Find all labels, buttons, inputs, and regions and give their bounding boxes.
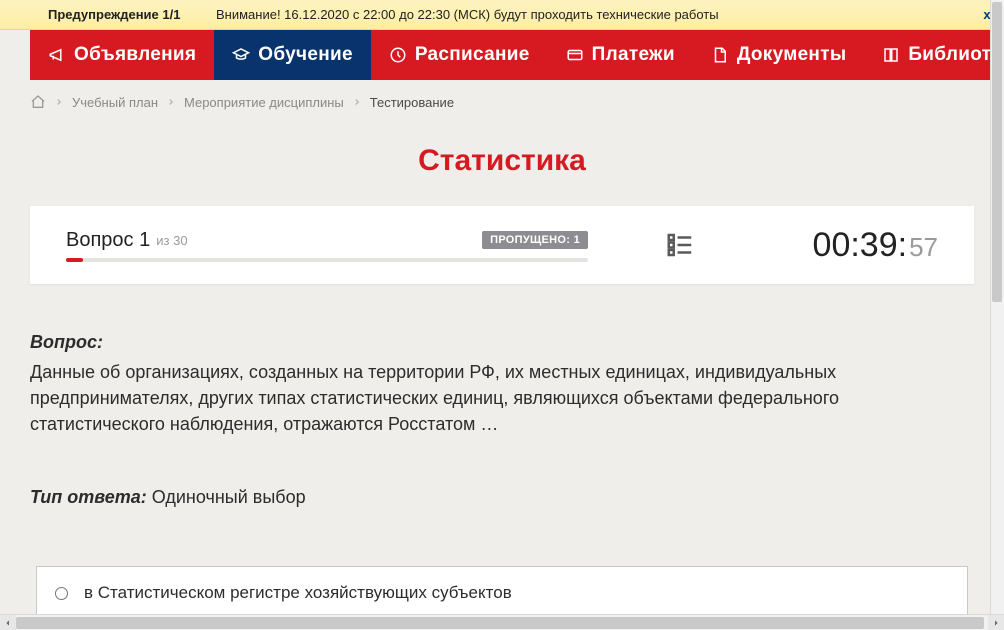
library-icon xyxy=(882,46,900,64)
answer-option[interactable]: в Статистическом регистре хозяйствующих … xyxy=(36,566,968,614)
nav-label: Документы xyxy=(737,44,847,66)
payments-icon xyxy=(566,46,584,64)
chevron-right-icon xyxy=(352,97,362,107)
question-text: Данные об организациях, созданных на тер… xyxy=(30,359,974,437)
chevron-right-icon xyxy=(166,97,176,107)
schedule-icon xyxy=(389,46,407,64)
nav-announcements[interactable]: Объявления xyxy=(30,30,214,80)
answer-option-label: в Статистическом регистре хозяйствующих … xyxy=(84,583,512,603)
nav-label: Расписание xyxy=(415,44,530,66)
nav-library[interactable]: Библиотека xyxy=(864,30,1004,80)
timer-seconds: 57 xyxy=(909,232,938,263)
main-nav: Объявления Обучение Расписание Платежи xyxy=(30,30,974,80)
page-title: Статистика xyxy=(0,144,1004,178)
answer-radio[interactable] xyxy=(55,587,68,600)
nav-label: Платежи xyxy=(592,44,675,66)
scroll-left-button[interactable] xyxy=(0,615,16,630)
nav-label: Объявления xyxy=(74,44,196,66)
education-icon xyxy=(232,46,250,64)
skipped-badge: ПРОПУЩЕНО: 1 xyxy=(482,231,588,249)
timer: 00:39:57 xyxy=(813,226,938,265)
warning-bar: Предупреждение 1/1 Внимание! 16.12.2020 … xyxy=(0,0,1004,30)
answer-type-label: Тип ответа: xyxy=(30,487,147,507)
progress-fill xyxy=(66,258,83,262)
timer-main: 00:39: xyxy=(813,226,908,265)
warning-text: Внимание! 16.12.2020 с 22:00 до 22:30 (М… xyxy=(216,7,970,22)
home-icon[interactable] xyxy=(30,94,46,110)
progress-bar xyxy=(66,258,588,262)
answer-options: в Статистическом регистре хозяйствующих … xyxy=(36,566,968,614)
breadcrumb-discipline-event[interactable]: Мероприятие дисциплины xyxy=(184,95,344,110)
vertical-scroll-thumb[interactable] xyxy=(992,2,1002,302)
nav-education[interactable]: Обучение xyxy=(214,30,371,80)
horizontal-scrollbar[interactable] xyxy=(0,614,1004,630)
vertical-scrollbar[interactable] xyxy=(990,0,1004,614)
breadcrumb-current: Тестирование xyxy=(370,95,454,110)
nav-label: Обучение xyxy=(258,44,353,66)
breadcrumb-study-plan[interactable]: Учебный план xyxy=(72,95,158,110)
question-total: из 30 xyxy=(156,233,187,248)
nav-schedule[interactable]: Расписание xyxy=(371,30,548,80)
status-card: Вопрос 1 из 30 ПРОПУЩЕНО: 1 xyxy=(30,206,974,284)
chevron-right-icon xyxy=(54,97,64,107)
horizontal-scroll-track[interactable] xyxy=(16,615,988,630)
horizontal-scroll-thumb[interactable] xyxy=(16,617,984,629)
nav-payments[interactable]: Платежи xyxy=(548,30,693,80)
scroll-right-button[interactable] xyxy=(988,615,1004,630)
answer-type-value-text: Одиночный выбор xyxy=(152,487,306,507)
documents-icon xyxy=(711,46,729,64)
announce-icon xyxy=(48,46,66,64)
question-number: Вопрос 1 xyxy=(66,229,150,252)
warning-counter: Предупреждение 1/1 xyxy=(0,7,216,22)
nav-documents[interactable]: Документы xyxy=(693,30,865,80)
question-list-button[interactable] xyxy=(658,223,702,267)
question-label: Вопрос: xyxy=(30,332,974,353)
breadcrumb: Учебный план Мероприятие дисциплины Тест… xyxy=(30,80,974,124)
